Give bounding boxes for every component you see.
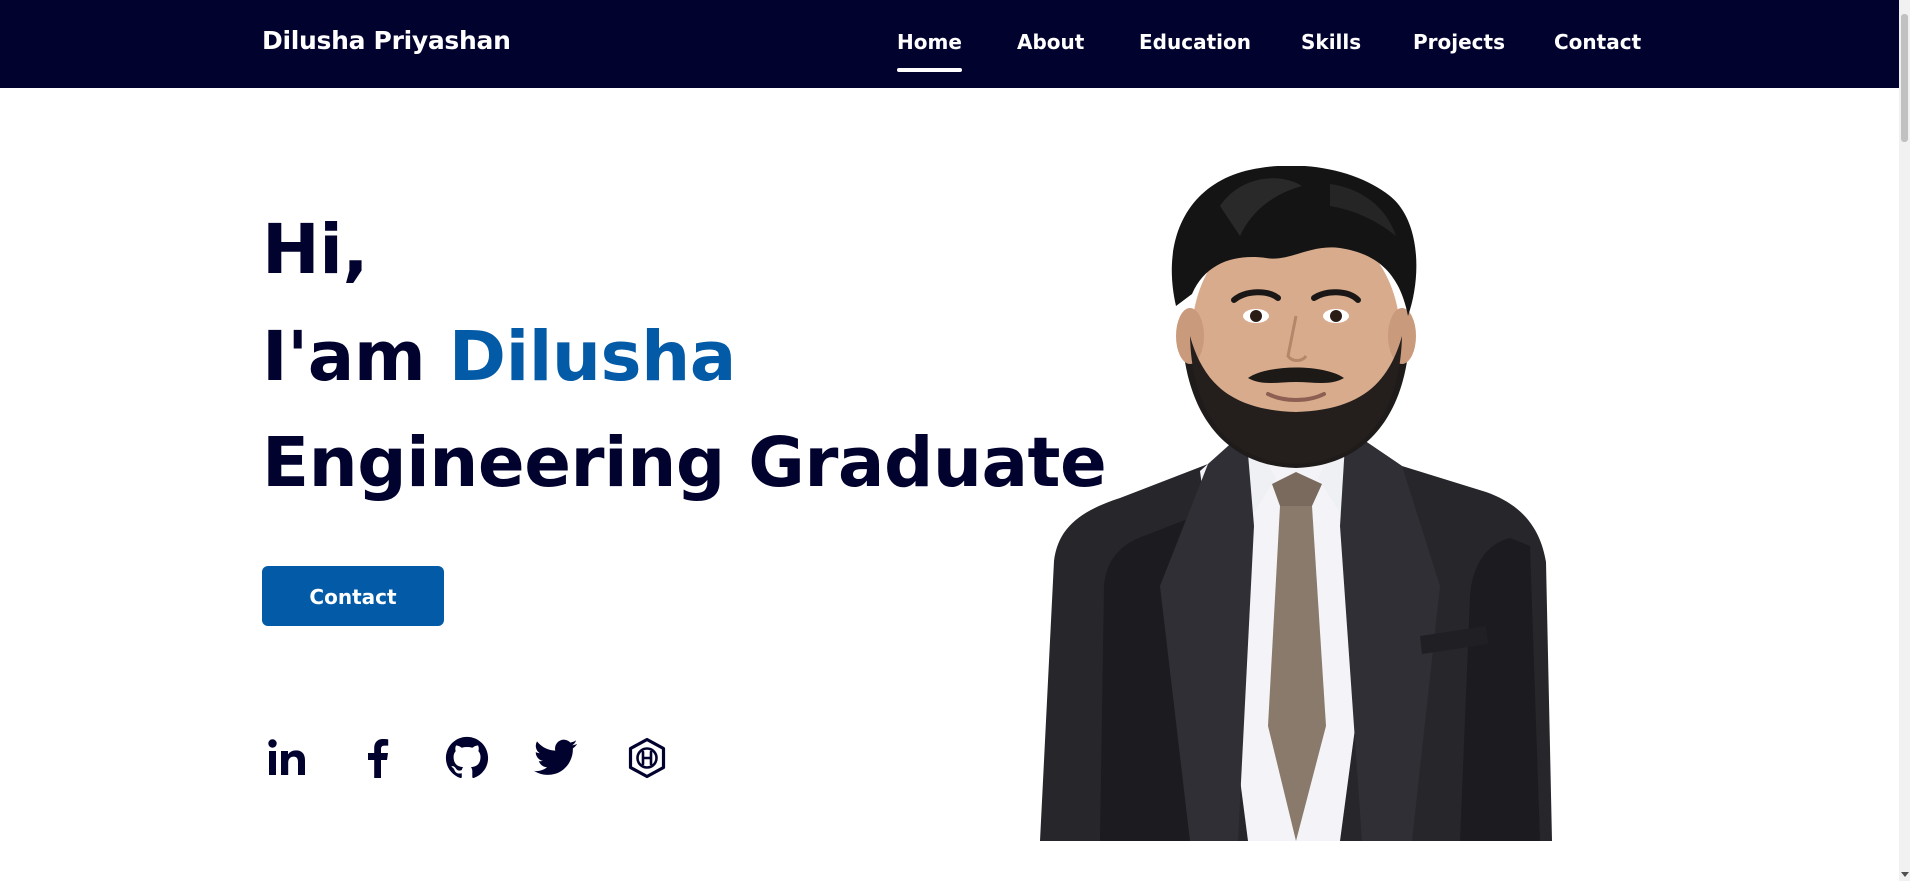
hero-intro-prefix: I'am bbox=[262, 317, 426, 397]
hero-intro: I'am Dilusha bbox=[262, 317, 736, 397]
contact-button[interactable]: Contact bbox=[262, 566, 444, 626]
main-nav: Home About Education Skills Projects Con… bbox=[0, 30, 1899, 74]
nav-education-link[interactable]: Education bbox=[1139, 30, 1251, 54]
top-navbar: Dilusha Priyashan Home About Education S… bbox=[0, 0, 1899, 88]
nav-contact-link[interactable]: Contact bbox=[1554, 30, 1641, 54]
linkedin-link[interactable] bbox=[262, 733, 310, 783]
nav-about-link[interactable]: About bbox=[1017, 30, 1084, 54]
facebook-icon bbox=[368, 739, 389, 778]
nav-home-link[interactable]: Home bbox=[897, 30, 962, 72]
github-icon bbox=[445, 736, 489, 779]
scroll-down-arrow-icon[interactable] bbox=[1901, 872, 1909, 877]
twitter-icon bbox=[534, 739, 578, 775]
portfolio-page: Dilusha Priyashan Home About Education S… bbox=[0, 0, 1910, 881]
hashnode-icon bbox=[628, 737, 666, 779]
hero-greeting: Hi, bbox=[262, 210, 369, 290]
nav-projects-link[interactable]: Projects bbox=[1413, 30, 1505, 54]
github-link[interactable] bbox=[443, 733, 491, 783]
hero-name: Dilusha bbox=[448, 317, 736, 397]
nav-skills-link[interactable]: Skills bbox=[1301, 30, 1361, 54]
hero-role: Engineering Graduate bbox=[262, 423, 1107, 503]
page-scrollbar[interactable] bbox=[1899, 0, 1910, 881]
linkedin-icon bbox=[268, 739, 305, 775]
facebook-link[interactable] bbox=[353, 733, 401, 783]
profile-photo bbox=[1040, 166, 1552, 841]
hashnode-link[interactable] bbox=[623, 733, 671, 783]
twitter-link[interactable] bbox=[532, 733, 580, 783]
scrollbar-thumb[interactable] bbox=[1901, 14, 1908, 142]
